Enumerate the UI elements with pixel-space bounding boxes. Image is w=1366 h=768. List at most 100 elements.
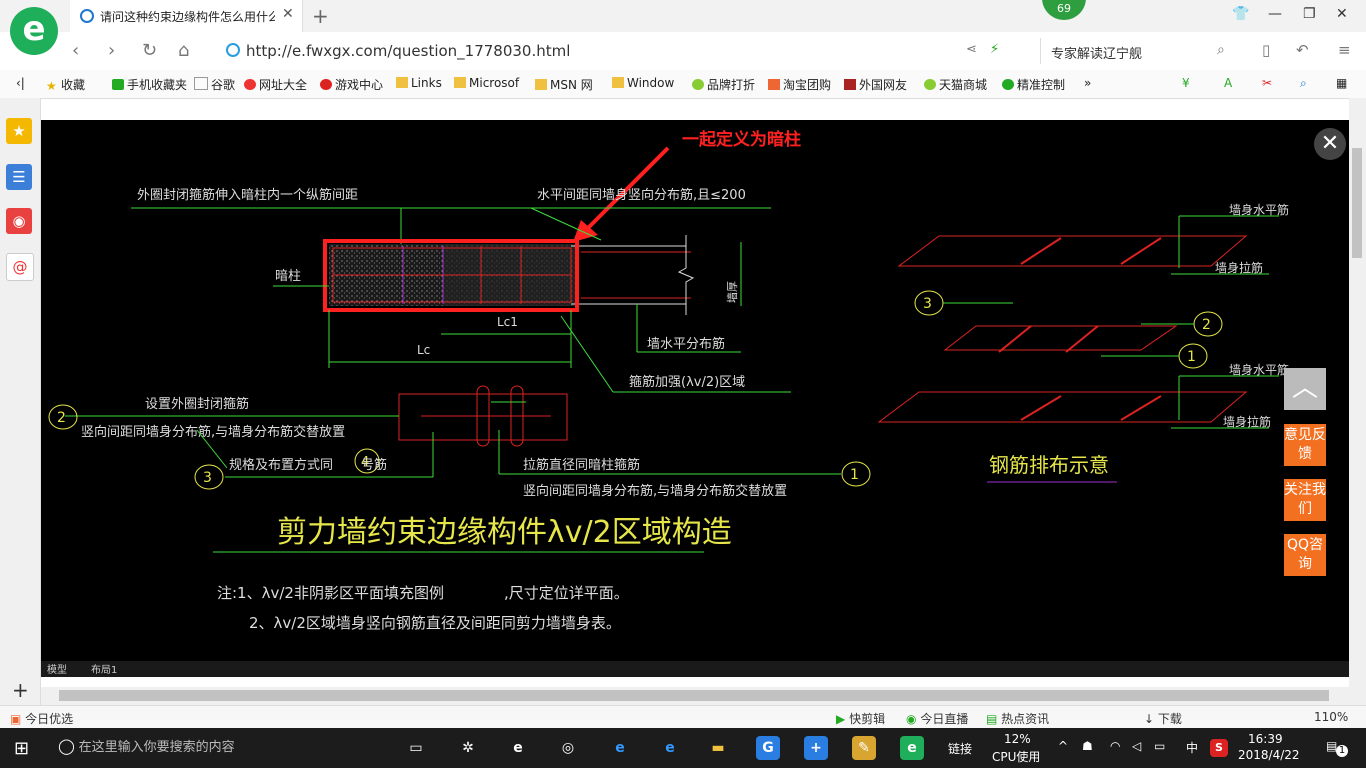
search-box[interactable]: 专家解读辽宁舰 ⌕ bbox=[1040, 38, 1241, 64]
sogou-icon[interactable]: S bbox=[1210, 739, 1228, 757]
bookmark-item[interactable]: 手机收藏夹 bbox=[112, 76, 187, 93]
c1-b: 竖向间距同墙身分布筋,与墙身分布筋交替放置 bbox=[523, 483, 787, 499]
qq-button[interactable]: QQ咨询 bbox=[1284, 534, 1326, 576]
notification-count: 1 bbox=[1336, 745, 1348, 757]
back-to-top-icon[interactable]: ︿ bbox=[1284, 368, 1326, 410]
address-bar: ‹ › ↻ ⌂ http://e.fwxgx.com/question_1778… bbox=[0, 32, 1366, 71]
edge-blue-icon[interactable]: e bbox=[608, 736, 632, 760]
g-icon[interactable]: G bbox=[756, 736, 780, 760]
keyboard-icon[interactable]: ▭ bbox=[1154, 739, 1165, 753]
label-stirrup-zone: 箍筋加强(λv/2)区域 bbox=[629, 374, 745, 390]
mail-icon[interactable]: @ bbox=[6, 253, 34, 281]
status-item[interactable]: ▤ 热点资讯 bbox=[986, 710, 1049, 727]
more-bookmarks-icon[interactable]: » bbox=[1084, 76, 1091, 90]
undo-icon[interactable]: ↶ bbox=[1296, 41, 1309, 59]
scroll-thumb[interactable] bbox=[59, 690, 1329, 701]
task-view-icon[interactable]: ▭ bbox=[404, 736, 428, 760]
bookmark-item[interactable]: 网址大全 bbox=[244, 76, 307, 93]
circle-1-left: 1 bbox=[850, 467, 859, 483]
bookmark-item[interactable]: 品牌打折 bbox=[692, 76, 755, 93]
bookmark-item[interactable]: Window bbox=[612, 76, 674, 90]
bookmark-item[interactable]: 外国网友 bbox=[844, 76, 907, 93]
zoom-level[interactable]: 110% bbox=[1314, 710, 1348, 724]
clock-time[interactable]: 16:39 bbox=[1248, 732, 1283, 746]
shirt-icon[interactable]: 👕 bbox=[1232, 6, 1249, 22]
url-field[interactable]: http://e.fwxgx.com/question_1778030.html bbox=[220, 38, 1030, 64]
menu-icon[interactable]: ≡ bbox=[1338, 41, 1351, 59]
minimize-icon[interactable]: — bbox=[1268, 6, 1282, 22]
bookmark-item[interactable]: Links bbox=[396, 76, 442, 90]
chrome-like-icon[interactable]: ◎ bbox=[556, 736, 580, 760]
windows-start-icon[interactable]: ⊞ bbox=[14, 738, 29, 759]
bookmarks-left-icon[interactable]: ‹| bbox=[16, 76, 25, 90]
c3: 规格及布置方式同 bbox=[229, 457, 333, 473]
bookmark-item[interactable]: 天猫商城 bbox=[924, 76, 987, 93]
status-bar: ▣ 今日优选 ▶ 快剪辑 ◉ 今日直播 ▤ 热点资讯 ↓ 下载 110% bbox=[0, 705, 1366, 729]
grid-icon[interactable]: ▦ bbox=[1336, 76, 1347, 90]
translate-icon[interactable]: A bbox=[1224, 76, 1232, 90]
feedback-button[interactable]: 意见反馈 bbox=[1284, 424, 1326, 466]
phone-icon[interactable]: ▯ bbox=[1262, 41, 1270, 59]
favorites-star-icon[interactable]: ★ bbox=[6, 118, 32, 144]
bookmark-item[interactable]: 谷歌 bbox=[194, 76, 235, 93]
bookmark-item[interactable]: MSN 网 bbox=[535, 76, 593, 93]
close-window-icon[interactable]: ✕ bbox=[1336, 6, 1348, 22]
status-item[interactable]: ▶ 快剪辑 bbox=[836, 710, 885, 727]
bookmark-item[interactable]: 精准控制 bbox=[1002, 76, 1065, 93]
horizontal-scrollbar[interactable] bbox=[41, 687, 1349, 705]
refresh-icon[interactable]: ↻ bbox=[142, 40, 157, 61]
add-icon[interactable]: + bbox=[12, 678, 29, 702]
close-overlay-icon[interactable]: ✕ bbox=[1314, 128, 1346, 160]
note-2: 2、λv/2区域墙身竖向钢筋直径及间距同剪力墙墙身表。 bbox=[249, 614, 621, 632]
folder-icon[interactable]: ▬ bbox=[706, 736, 730, 760]
label-wall-thick: 墙厚 bbox=[725, 281, 739, 303]
notepad-icon[interactable]: ✎ bbox=[852, 736, 876, 760]
r-tie1: 墙身拉筋 bbox=[1215, 260, 1263, 275]
restore-icon[interactable]: ❐ bbox=[1303, 6, 1316, 22]
zoom-icon[interactable]: ⌕ bbox=[1300, 76, 1307, 91]
new-tab-button[interactable]: + bbox=[312, 4, 329, 28]
list-icon[interactable]: ☰ bbox=[6, 164, 32, 190]
scissors-icon[interactable]: ✂ bbox=[1262, 76, 1272, 90]
status-item[interactable]: ↓ 下载 bbox=[1144, 710, 1182, 727]
taskbar-search[interactable]: ◯ 在这里输入你要搜索的内容 bbox=[58, 736, 388, 760]
tray-up-icon[interactable]: ^ bbox=[1058, 739, 1068, 753]
link-label[interactable]: 链接 bbox=[948, 740, 972, 757]
bookmark-item[interactable]: 游戏中心 bbox=[320, 76, 383, 93]
ie-taskbar-icon[interactable]: e bbox=[658, 736, 682, 760]
status-left[interactable]: ▣ 今日优选 bbox=[10, 710, 73, 727]
vertical-scrollbar[interactable] bbox=[1349, 98, 1366, 705]
ime-label[interactable]: 中 bbox=[1186, 739, 1198, 756]
status-item[interactable]: ◉ 今日直播 bbox=[906, 710, 968, 727]
edge-icon[interactable]: e bbox=[506, 736, 530, 760]
yen-icon[interactable]: ¥ bbox=[1182, 76, 1190, 90]
follow-button[interactable]: 关注我们 bbox=[1284, 479, 1326, 521]
search-icon[interactable]: ⌕ bbox=[1217, 42, 1225, 58]
back-icon[interactable]: ‹ bbox=[72, 40, 79, 61]
lightning-icon[interactable]: ⚡ bbox=[990, 42, 999, 57]
tray-app-icon[interactable]: ☗ bbox=[1082, 739, 1093, 753]
note-1: 注:1、λv/2非阴影区平面填充图例 ,尺寸定位详平面。 bbox=[217, 584, 629, 602]
r-h2: 墙身水平筋 bbox=[1229, 362, 1289, 377]
tab-layout[interactable]: 布局1 bbox=[91, 664, 117, 676]
bookmark-item[interactable]: 淘宝团购 bbox=[768, 76, 831, 93]
url-text[interactable]: http://e.fwxgx.com/question_1778030.html bbox=[246, 42, 570, 60]
browser-tab[interactable]: 请问这种约束边缘构件怎么用什么 ✕ bbox=[70, 0, 303, 32]
volume-icon[interactable]: ◁ bbox=[1132, 739, 1141, 753]
weibo-icon[interactable]: ◉ bbox=[6, 208, 32, 234]
pinwheel-icon[interactable]: ✲ bbox=[456, 736, 480, 760]
bookmark-item[interactable]: Microsof bbox=[454, 76, 519, 90]
wifi-icon[interactable]: ◠ bbox=[1110, 739, 1120, 753]
clock-date[interactable]: 2018/4/22 bbox=[1238, 748, 1300, 762]
close-tab-icon[interactable]: ✕ bbox=[282, 6, 294, 22]
forward-icon[interactable]: › bbox=[108, 40, 115, 61]
search-text[interactable]: 专家解读辽宁舰 bbox=[1051, 43, 1142, 62]
share-icon[interactable]: ⋖ bbox=[966, 42, 977, 57]
plus-app-icon[interactable]: + bbox=[804, 736, 828, 760]
bookmark-item[interactable]: ★ 收藏 bbox=[46, 76, 85, 93]
scroll-thumb[interactable] bbox=[1352, 148, 1362, 258]
browser-taskbar-icon[interactable]: e bbox=[900, 736, 924, 760]
home-icon[interactable]: ⌂ bbox=[178, 40, 189, 61]
tab-model[interactable]: 模型 bbox=[47, 663, 67, 676]
badge-count[interactable]: 69 bbox=[1042, 0, 1086, 20]
